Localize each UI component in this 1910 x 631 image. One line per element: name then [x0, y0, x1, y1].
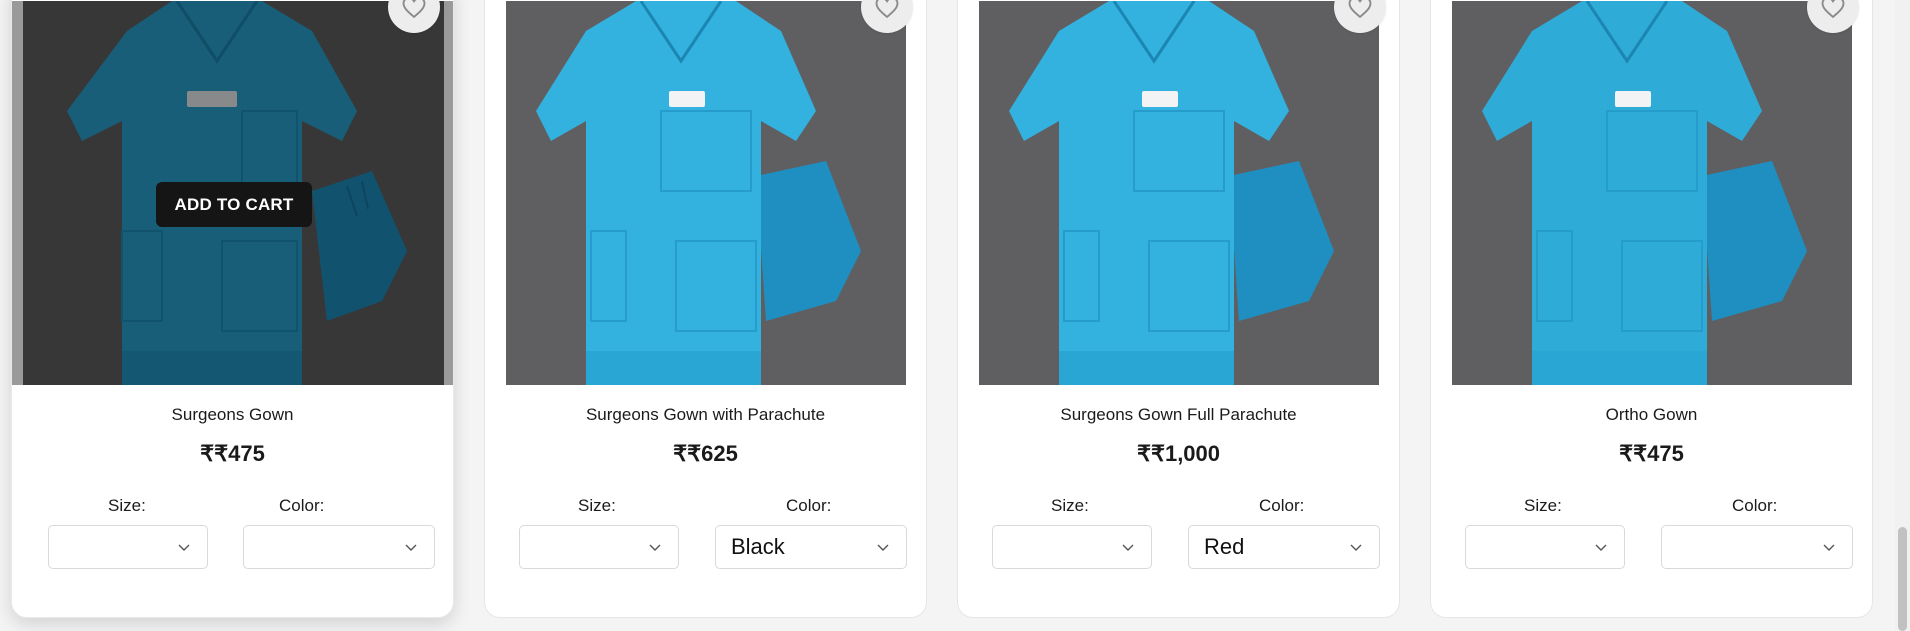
add-to-cart-button[interactable]: ADD TO CART — [156, 182, 312, 227]
image-edge — [12, 1, 23, 385]
scrub-set-illustration — [979, 1, 1379, 385]
product-title[interactable]: Surgeons Gown — [12, 405, 453, 425]
size-select[interactable] — [1465, 525, 1625, 569]
product-card[interactable]: ADD TO CART Surgeons Gown ₹₹475 Size: Co… — [11, 0, 454, 618]
color-label: Color: — [1259, 496, 1305, 515]
color-select-value: Red — [1204, 534, 1245, 559]
product-image[interactable] — [979, 1, 1379, 385]
chevron-down-icon — [178, 544, 190, 551]
heart-outline-icon — [1821, 0, 1845, 19]
scrollbar-thumb[interactable] — [1898, 527, 1907, 631]
product-price: ₹₹475 — [200, 441, 265, 466]
color-select[interactable]: Red — [1188, 525, 1380, 569]
product-image[interactable] — [1452, 1, 1852, 385]
heart-outline-icon — [875, 0, 899, 19]
scrub-set-illustration — [1452, 1, 1852, 385]
product-price: ₹₹475 — [1619, 441, 1684, 466]
product-card[interactable]: Surgeons Gown with Parachute ₹₹625 Size:… — [484, 0, 927, 618]
chevron-down-icon — [1350, 544, 1362, 551]
color-select[interactable]: Black — [715, 525, 907, 569]
vertical-scrollbar[interactable] — [1895, 0, 1910, 631]
size-label: Size: — [108, 496, 146, 515]
size-label: Size: — [1051, 496, 1089, 515]
product-card[interactable]: Ortho Gown ₹₹475 Size: Color: — [1430, 0, 1873, 618]
size-select[interactable] — [992, 525, 1152, 569]
color-select[interactable] — [1661, 525, 1853, 569]
chevron-down-icon — [877, 544, 889, 551]
product-image[interactable]: ADD TO CART — [12, 1, 453, 385]
product-image[interactable] — [506, 1, 906, 385]
product-title[interactable]: Surgeons Gown with Parachute — [485, 405, 926, 425]
color-label: Color: — [786, 496, 832, 515]
chevron-down-icon — [405, 544, 417, 551]
product-title[interactable]: Surgeons Gown Full Parachute — [958, 405, 1399, 425]
chevron-down-icon — [1823, 544, 1835, 551]
product-price: ₹₹625 — [673, 441, 738, 466]
scrub-set-illustration — [506, 1, 906, 385]
chevron-down-icon — [649, 544, 661, 551]
heart-outline-icon — [1348, 0, 1372, 19]
color-select[interactable] — [243, 525, 435, 569]
product-card[interactable]: Surgeons Gown Full Parachute ₹₹1,000 Siz… — [957, 0, 1400, 618]
image-edge — [444, 1, 453, 385]
chevron-down-icon — [1122, 544, 1134, 551]
size-select[interactable] — [519, 525, 679, 569]
product-grid: ADD TO CART Surgeons Gown ₹₹475 Size: Co… — [0, 0, 1910, 631]
size-label: Size: — [578, 496, 616, 515]
heart-outline-icon — [402, 0, 426, 19]
size-label: Size: — [1524, 496, 1562, 515]
color-label: Color: — [1732, 496, 1778, 515]
product-price: ₹₹1,000 — [1136, 441, 1221, 466]
color-label: Color: — [279, 496, 325, 515]
color-select-value: Black — [731, 534, 785, 559]
size-select[interactable] — [48, 525, 208, 569]
chevron-down-icon — [1595, 544, 1607, 551]
product-title[interactable]: Ortho Gown — [1431, 405, 1872, 425]
